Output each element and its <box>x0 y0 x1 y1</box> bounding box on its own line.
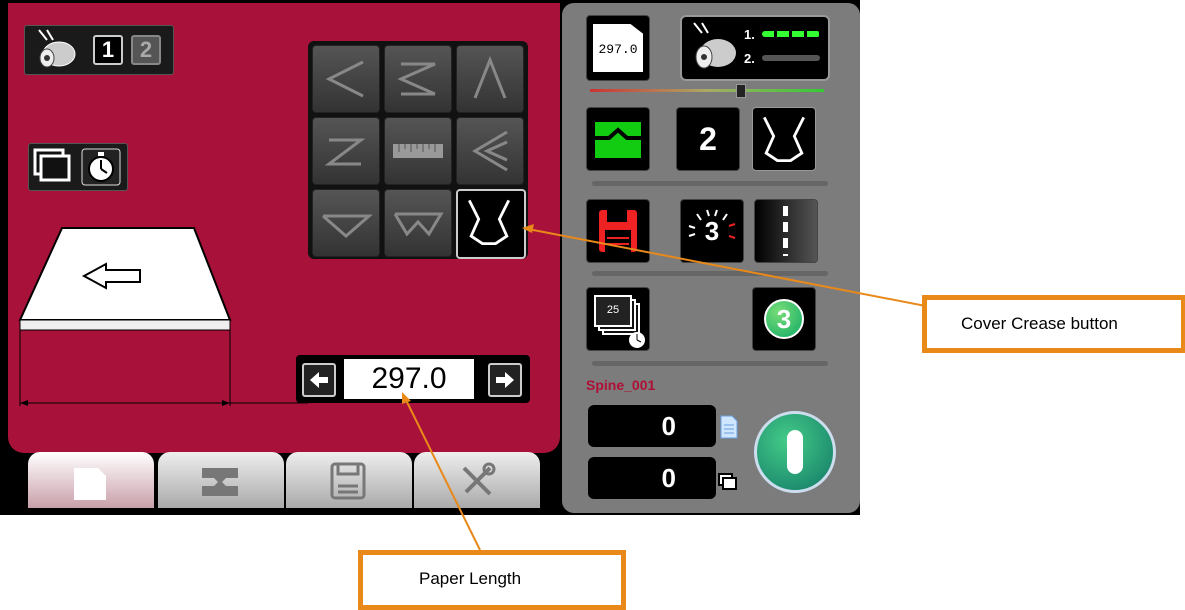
paper-length-callout-text: Paper Length <box>419 569 522 588</box>
cover-crease-callout-text: Cover Crease button <box>961 314 1118 333</box>
paper-length-callout: Paper Length <box>358 550 626 610</box>
cover-crease-callout: Cover Crease button <box>922 295 1185 353</box>
